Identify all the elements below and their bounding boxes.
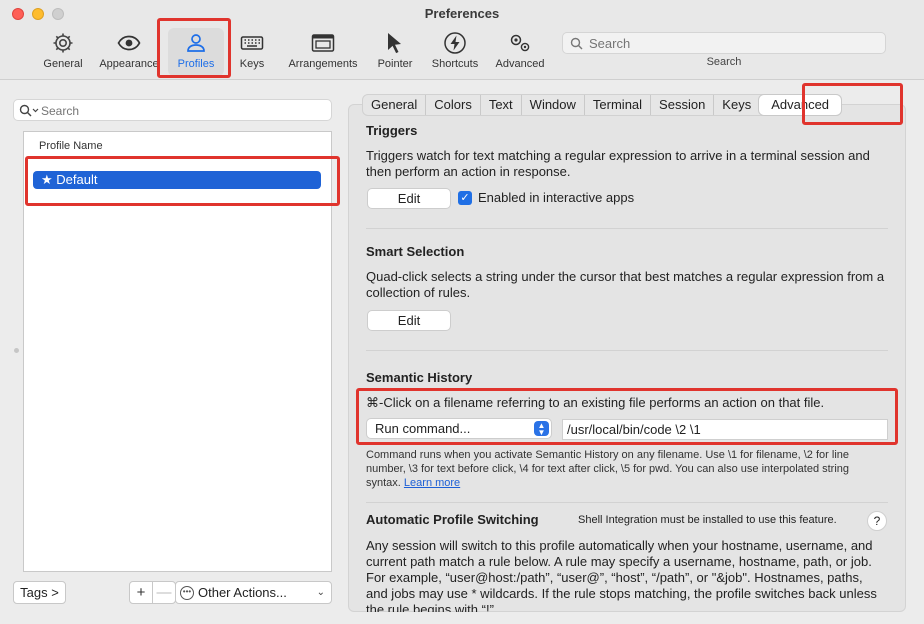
search-icon <box>19 104 39 117</box>
chevron-down-icon: ⌄ <box>316 587 325 598</box>
toolbar-general[interactable]: General <box>38 28 88 76</box>
enabled-interactive-apps-label: Enabled in interactive apps <box>478 190 635 205</box>
profile-name-column-header[interactable]: Profile Name <box>39 140 103 152</box>
tab-session[interactable]: Session <box>650 95 713 115</box>
other-actions-menu[interactable]: ••• Other Actions... ⌄ <box>175 581 332 604</box>
toolbar-advanced[interactable]: Advanced <box>492 28 548 76</box>
smart-selection-edit-button[interactable]: Edit <box>367 310 451 331</box>
remove-profile-button[interactable]: — <box>152 581 176 604</box>
semantic-history-help-text: Command runs when you activate Semantic … <box>366 449 850 489</box>
toolbar-search-field[interactable] <box>562 32 886 54</box>
semantic-history-command-field[interactable] <box>562 419 888 440</box>
up-down-arrows-icon: ▲ ▼ <box>534 421 549 437</box>
profile-list: Profile Name ★ Default <box>23 131 332 572</box>
keyboard-icon <box>232 28 272 56</box>
gear-icon <box>38 28 88 56</box>
eye-icon <box>96 28 162 56</box>
toolbar-pointer[interactable]: Pointer <box>373 28 417 76</box>
windows-icon <box>284 28 362 56</box>
tab-text[interactable]: Text <box>479 95 521 115</box>
window-title: Preferences <box>424 6 500 21</box>
auto-switching-help-button[interactable]: ? <box>867 511 887 531</box>
profile-settings-pane <box>348 104 906 612</box>
gears-icon <box>492 28 548 56</box>
cursor-icon <box>373 28 417 56</box>
lightning-icon <box>427 28 483 56</box>
toolbar-keys[interactable]: Keys <box>232 28 272 76</box>
divider <box>366 502 888 503</box>
semantic-history-description: ⌘-Click on a filename referring to an ex… <box>366 395 825 410</box>
triggers-title: Triggers <box>366 123 418 138</box>
profile-tabs: General Colors Text Window Terminal Sess… <box>362 94 843 116</box>
ellipsis-icon: ••• <box>180 586 194 600</box>
enabled-interactive-apps-checkbox[interactable]: ✓ <box>458 191 472 205</box>
preferences-window: Preferences General Appearance Profiles … <box>0 0 924 624</box>
smart-selection-title: Smart Selection <box>366 244 465 259</box>
person-icon <box>168 28 224 56</box>
semantic-history-command-input[interactable] <box>563 420 887 439</box>
toolbar-search-input[interactable] <box>589 35 879 52</box>
tab-advanced[interactable]: Advanced <box>759 95 842 115</box>
divider <box>366 350 888 351</box>
profile-row-default[interactable]: ★ Default <box>33 171 321 189</box>
tab-general[interactable]: General <box>363 95 425 115</box>
split-view-handle[interactable] <box>14 348 19 353</box>
add-profile-button[interactable]: + <box>129 581 153 604</box>
tab-window[interactable]: Window <box>520 95 584 115</box>
auto-switching-title: Automatic Profile Switching <box>366 512 539 527</box>
semantic-history-title: Semantic History <box>366 370 473 385</box>
smart-selection-description: Quad-click selects a string under the cu… <box>366 269 885 300</box>
profile-search-field[interactable] <box>13 99 332 121</box>
toolbar: Preferences General Appearance Profiles … <box>0 0 924 80</box>
tab-keys[interactable]: Keys <box>713 95 759 115</box>
search-icon <box>570 37 583 50</box>
toolbar-appearance[interactable]: Appearance <box>96 28 162 76</box>
tags-button[interactable]: Tags > <box>13 581 66 604</box>
tab-colors[interactable]: Colors <box>425 95 480 115</box>
search-label: Search <box>706 56 742 68</box>
toolbar-shortcuts[interactable]: Shortcuts <box>427 28 483 76</box>
profile-search-input[interactable] <box>41 102 321 119</box>
toolbar-arrangements[interactable]: Arrangements <box>284 28 362 76</box>
divider <box>366 228 888 229</box>
tab-terminal[interactable]: Terminal <box>583 95 650 115</box>
shell-integration-note: Shell Integration must be installed to u… <box>578 514 837 526</box>
semantic-history-action-popup[interactable]: Run command... ▲ ▼ <box>366 418 552 439</box>
learn-more-link[interactable]: Learn more <box>404 477 460 489</box>
toolbar-profiles[interactable]: Profiles <box>168 28 224 76</box>
triggers-description: Triggers watch for text matching a regul… <box>366 148 870 179</box>
triggers-edit-button[interactable]: Edit <box>367 188 451 209</box>
auto-switching-description: Any session will switch to this profile … <box>366 538 877 612</box>
